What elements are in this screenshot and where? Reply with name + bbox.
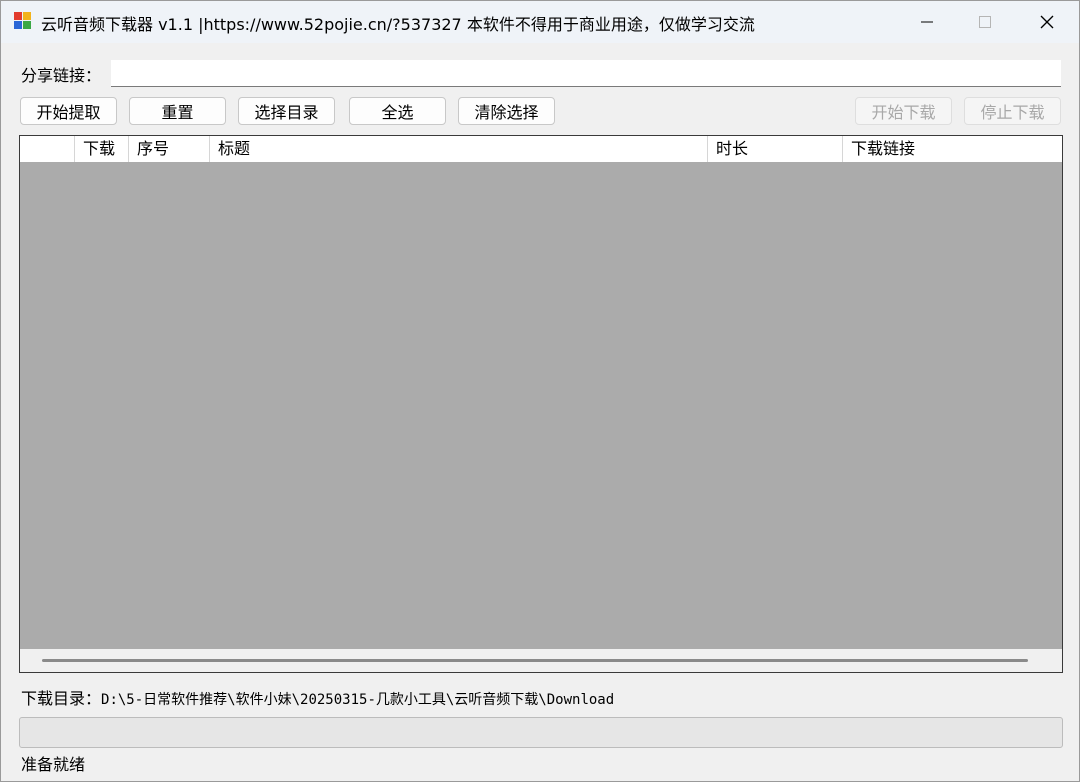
clear-selection-button[interactable]: 清除选择: [458, 97, 555, 125]
select-all-button[interactable]: 全选: [349, 97, 446, 125]
main-window: 云听音频下载器 v1.1 |https://www.52pojie.cn/?53…: [0, 0, 1080, 782]
track-table[interactable]: 下载 序号 标题 时长 下载链接: [19, 135, 1063, 673]
column-header-download-link[interactable]: 下载链接: [843, 136, 1062, 162]
reset-button[interactable]: 重置: [129, 97, 226, 125]
minimize-icon: [921, 21, 933, 23]
status-text: 准备就绪: [21, 755, 86, 774]
minimize-button[interactable]: [897, 1, 957, 43]
column-header-title[interactable]: 标题: [210, 136, 708, 162]
column-header-download[interactable]: 下载: [75, 136, 129, 162]
maximize-icon: [979, 16, 991, 28]
start-extract-button[interactable]: 开始提取: [20, 97, 117, 125]
close-button[interactable]: [1017, 1, 1077, 43]
download-directory: 下载目录：D:\5-日常软件推荐\软件小妹\20250315-几款小工具\云听音…: [21, 685, 614, 709]
download-directory-label: 下载目录：: [21, 689, 102, 708]
table-header: 下载 序号 标题 时长 下载链接: [20, 136, 1062, 162]
scrollbar-thumb[interactable]: [42, 659, 1028, 662]
share-link-input[interactable]: [111, 60, 1061, 87]
column-header-row-selector[interactable]: [20, 136, 75, 162]
start-download-button[interactable]: 开始下载: [855, 97, 952, 125]
column-header-duration[interactable]: 时长: [708, 136, 843, 162]
column-header-index[interactable]: 序号: [129, 136, 210, 162]
stop-download-button[interactable]: 停止下载: [964, 97, 1061, 125]
horizontal-scrollbar[interactable]: [20, 649, 1062, 672]
download-directory-path: D:\5-日常软件推荐\软件小妹\20250315-几款小工具\云听音频下载\D…: [101, 692, 615, 708]
title-bar[interactable]: 云听音频下载器 v1.1 |https://www.52pojie.cn/?53…: [1, 1, 1079, 43]
window-title: 云听音频下载器 v1.1 |https://www.52pojie.cn/?53…: [41, 15, 755, 34]
share-link-label: 分享链接：: [21, 66, 102, 85]
download-progress-bar: [19, 717, 1063, 748]
close-icon: [1040, 15, 1054, 29]
maximize-button[interactable]: [955, 1, 1015, 43]
choose-directory-button[interactable]: 选择目录: [238, 97, 335, 125]
app-icon: [14, 12, 32, 30]
